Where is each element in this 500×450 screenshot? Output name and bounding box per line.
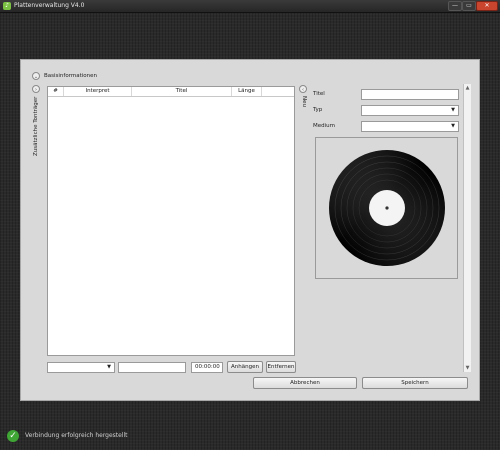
basisinfo-label: Basisinformationen: [44, 73, 98, 79]
check-icon: ✓: [7, 430, 19, 442]
maximize-button[interactable]: ▭: [462, 1, 476, 11]
medium-select[interactable]: ▼: [361, 121, 459, 132]
chevron-left-icon: ‹: [302, 87, 304, 93]
type-select[interactable]: ▼: [361, 105, 459, 116]
column-header-length[interactable]: Länge: [232, 87, 262, 96]
title-bar: ♪ Plattenverwaltung V4.0 — ▭ ✕: [0, 0, 500, 13]
track-name-input[interactable]: [118, 362, 186, 373]
track-length-input[interactable]: 00:00:00: [191, 362, 223, 373]
basisinfo-toggle-button[interactable]: ⌄: [32, 72, 40, 80]
scroll-up-icon[interactable]: ▲: [464, 84, 471, 92]
window-title: Plattenverwaltung V4.0: [14, 2, 85, 9]
table-header: # Interpret Titel Länge: [48, 87, 294, 97]
track-table[interactable]: # Interpret Titel Länge: [47, 86, 295, 356]
dropdown-arrow-icon: ▼: [451, 107, 455, 113]
additional-media-tab[interactable]: Zusätzliche Tonträger: [33, 96, 39, 156]
close-button[interactable]: ✕: [476, 1, 498, 11]
column-header-title[interactable]: Titel: [132, 87, 232, 96]
type-label: Typ: [313, 107, 323, 113]
chevron-right-icon: ›: [35, 87, 37, 93]
title-input[interactable]: [361, 89, 459, 100]
track-select-dropdown[interactable]: ▼: [47, 362, 115, 373]
form-scrollbar[interactable]: ▲ ▼: [463, 84, 471, 372]
app-icon: ♪: [3, 2, 11, 10]
collapse-right-button[interactable]: ‹: [299, 85, 307, 93]
append-button[interactable]: Anhängen: [227, 361, 263, 373]
cancel-button[interactable]: Abbrechen: [253, 377, 357, 389]
new-tab[interactable]: Neu: [301, 96, 307, 107]
vinyl-record-icon: [329, 150, 445, 266]
save-button[interactable]: Speichern: [362, 377, 468, 389]
cover-image-area[interactable]: [315, 137, 458, 279]
minimize-button[interactable]: —: [448, 1, 462, 11]
status-message: Verbindung erfolgreich hergestellt: [25, 432, 128, 439]
dropdown-arrow-icon: ▼: [451, 123, 455, 129]
dropdown-arrow-icon: ▼: [107, 364, 111, 370]
remove-button[interactable]: Entfernen: [266, 361, 296, 373]
column-header-artist[interactable]: Interpret: [64, 87, 132, 96]
medium-label: Medium: [313, 123, 335, 129]
scroll-down-icon[interactable]: ▼: [464, 364, 471, 372]
column-header-number[interactable]: #: [48, 87, 64, 96]
chevron-down-icon: ⌄: [33, 74, 39, 80]
title-label: Titel: [313, 91, 325, 97]
status-bar: ✓ Verbindung erfolgreich hergestellt: [0, 427, 500, 447]
additional-media-toggle-button[interactable]: ›: [32, 85, 40, 93]
main-panel: ⌄ Basisinformationen › Zusätzliche Tontr…: [20, 59, 480, 401]
